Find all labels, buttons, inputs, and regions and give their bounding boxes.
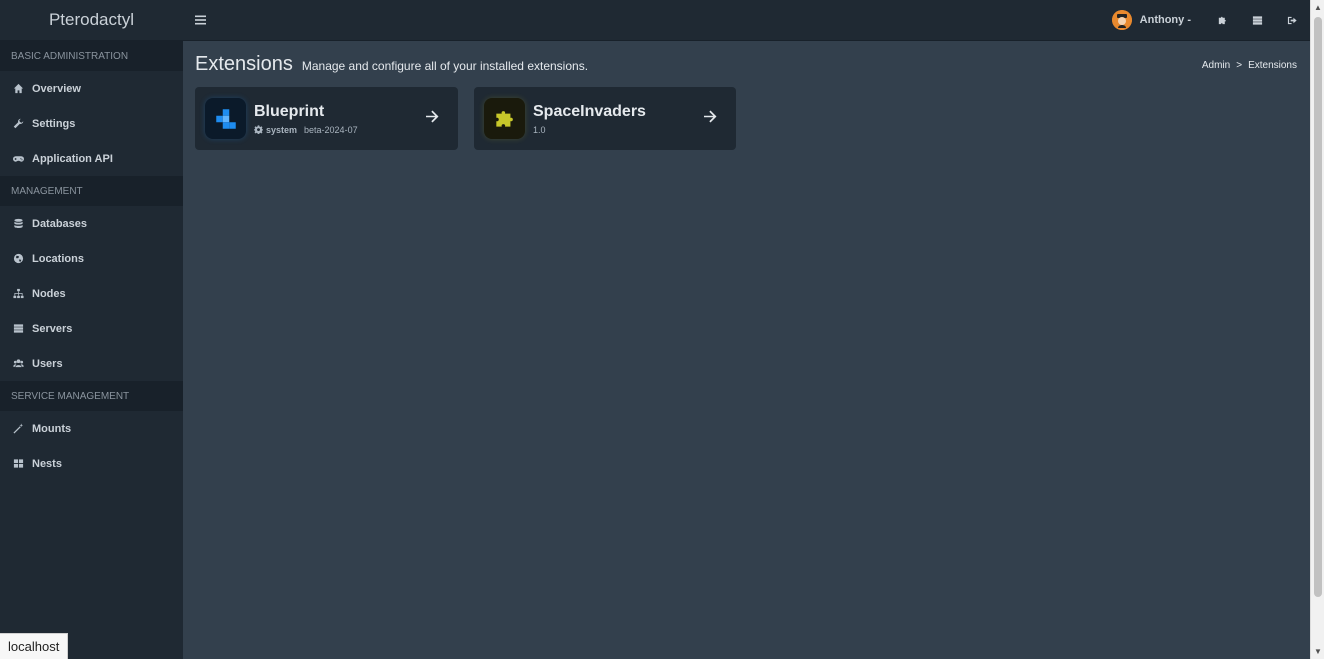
servers-nav-button[interactable] xyxy=(1240,0,1275,41)
sidebar-item-label: Databases xyxy=(32,217,88,230)
extension-card-spaceinvaders[interactable]: SpaceInvaders 1.0 xyxy=(474,87,736,150)
extension-name: Blueprint xyxy=(254,102,325,120)
logout-button[interactable] xyxy=(1275,0,1310,41)
arrow-right-icon xyxy=(703,109,718,128)
sidebar-item-application-api[interactable]: Application API xyxy=(0,141,183,176)
page-header: Extensions Manage and configure all of y… xyxy=(195,53,588,76)
hamburger-icon xyxy=(194,15,206,25)
top-navbar: Anthony - xyxy=(183,0,1310,41)
sidebar-item-label: Overview xyxy=(32,82,81,95)
sidebar-item-locations[interactable]: Locations xyxy=(0,241,183,276)
section-header-basic: Basic Administration xyxy=(0,41,183,71)
extension-version: 1.0 xyxy=(533,124,546,135)
sign-out-icon xyxy=(1287,16,1297,24)
sitemap-icon xyxy=(12,288,24,300)
breadcrumb-current: Extensions xyxy=(1248,60,1297,71)
sidebar-item-users[interactable]: Users xyxy=(0,346,183,381)
sidebar-item-nests[interactable]: Nests xyxy=(0,446,183,481)
home-icon xyxy=(12,83,24,95)
gear-icon xyxy=(254,125,263,134)
extension-card-blueprint[interactable]: Blueprint system beta-2024-07 xyxy=(195,87,458,150)
sidebar-item-label: Users xyxy=(32,357,63,370)
wrench-icon xyxy=(12,118,24,130)
sidebar-item-label: Servers xyxy=(32,322,73,335)
breadcrumb-admin-link[interactable]: Admin xyxy=(1202,60,1230,71)
extensions-nav-button[interactable] xyxy=(1205,0,1240,41)
magic-wand-icon xyxy=(12,423,24,435)
sidebar-item-label: Mounts xyxy=(32,422,72,435)
app-logo[interactable]: Pterodactyl xyxy=(0,0,183,41)
page-scrollbar[interactable]: ▲ ▼ xyxy=(1310,0,1324,659)
section-header-management: Management xyxy=(0,176,183,206)
sidebar-item-label: Locations xyxy=(32,252,84,265)
sidebar-toggle-button[interactable] xyxy=(183,0,217,41)
server-icon xyxy=(12,323,24,335)
scroll-up-icon[interactable]: ▲ xyxy=(1314,3,1322,12)
extension-author: system xyxy=(266,124,298,135)
sidebar-item-settings[interactable]: Settings xyxy=(0,106,183,141)
section-header-service: Service Management xyxy=(0,381,183,411)
database-icon xyxy=(12,218,24,230)
puzzle-icon xyxy=(1218,16,1226,24)
scroll-down-icon[interactable]: ▼ xyxy=(1314,647,1322,656)
sidebar-item-overview[interactable]: Overview xyxy=(0,71,183,106)
users-icon xyxy=(12,358,24,370)
main-content: Extensions Manage and configure all of y… xyxy=(183,41,1310,659)
sidebar-item-label: Nodes xyxy=(32,287,66,300)
status-bar-url: localhost xyxy=(0,633,69,659)
sidebar-item-databases[interactable]: Databases xyxy=(0,206,183,241)
gamepad-icon xyxy=(12,153,24,165)
globe-icon xyxy=(12,253,24,265)
page-subtitle: Manage and configure all of your install… xyxy=(301,59,589,73)
scrollbar-thumb[interactable] xyxy=(1314,17,1322,597)
breadcrumb-separator: > xyxy=(1236,60,1243,71)
page-title: Extensions xyxy=(195,53,293,75)
server-icon xyxy=(1252,15,1263,25)
sidebar: Pterodactyl Basic Administration Overvie… xyxy=(0,0,183,659)
sidebar-item-nodes[interactable]: Nodes xyxy=(0,276,183,311)
sidebar-item-label: Application API xyxy=(32,152,113,165)
th-large-icon xyxy=(12,458,24,470)
username: Anthony - xyxy=(1139,14,1191,26)
avatar xyxy=(1111,10,1132,30)
user-menu[interactable]: Anthony - xyxy=(1111,10,1191,30)
arrow-right-icon xyxy=(425,109,440,128)
puzzle-logo-icon xyxy=(484,98,525,139)
sidebar-item-label: Settings xyxy=(32,117,76,130)
extension-name: SpaceInvaders xyxy=(533,102,646,120)
sidebar-item-mounts[interactable]: Mounts xyxy=(0,411,183,446)
extension-version: beta-2024-07 xyxy=(304,124,358,135)
blueprint-logo-icon xyxy=(205,98,246,139)
sidebar-item-servers[interactable]: Servers xyxy=(0,311,183,346)
breadcrumb: Admin > Extensions xyxy=(1202,60,1297,71)
sidebar-item-label: Nests xyxy=(32,457,62,470)
extension-list: Blueprint system beta-2024-07 SpaceInvad… xyxy=(195,87,736,150)
